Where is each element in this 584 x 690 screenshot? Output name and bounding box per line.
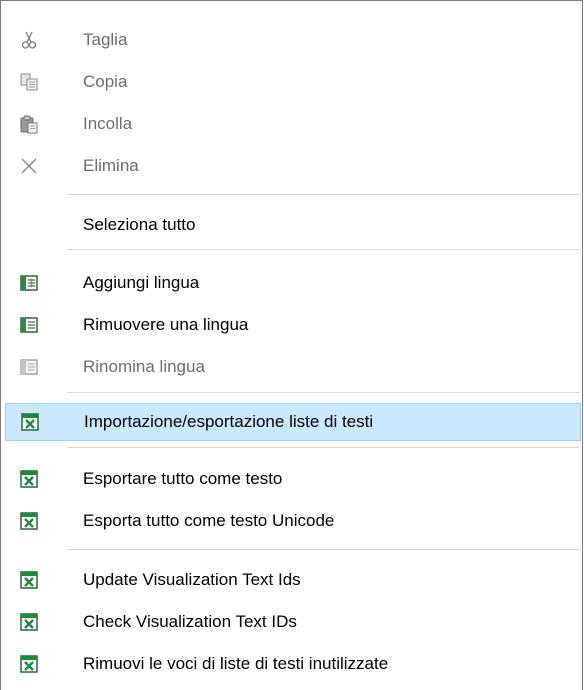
menu-item-check-visualization-text-ids[interactable]: Check Visualization Text IDs bbox=[5, 604, 581, 640]
excel-icon bbox=[20, 655, 38, 673]
language-add-icon bbox=[20, 275, 38, 291]
menu-item-update-visualization-text-ids[interactable]: Update Visualization Text Ids bbox=[5, 562, 581, 598]
language-remove-icon bbox=[20, 317, 38, 333]
menu-item-label: Update Visualization Text Ids bbox=[83, 570, 301, 589]
menu-separator bbox=[67, 194, 579, 195]
excel-icon bbox=[20, 470, 38, 488]
menu-item-label: Rimuovi le voci di liste di testi inutil… bbox=[83, 654, 389, 673]
excel-icon bbox=[21, 413, 39, 431]
menu-item-importazione-esportazione[interactable]: Importazione/esportazione liste di testi bbox=[5, 403, 581, 441]
excel-icon bbox=[20, 571, 38, 589]
menu-item-label: Incolla bbox=[83, 114, 133, 133]
menu-item-label: Esporta tutto come testo Unicode bbox=[83, 511, 335, 530]
menu-item-label: Esportare tutto come testo bbox=[83, 469, 283, 488]
copy-icon bbox=[20, 73, 38, 91]
menu-item-label: Importazione/esportazione liste di testi bbox=[84, 412, 374, 431]
menu-item-label: Copia bbox=[83, 72, 128, 91]
menu-item-label: Taglia bbox=[83, 30, 128, 49]
excel-icon bbox=[20, 512, 38, 530]
menu-separator bbox=[67, 447, 579, 448]
menu-item-seleziona-tutto[interactable]: Seleziona tutto bbox=[5, 207, 581, 243]
menu-item-aggiungi-lingua[interactable]: Aggiungi lingua bbox=[5, 265, 581, 301]
context-menu: Taglia Copia Incolla Elimina Seleziona t… bbox=[0, 0, 583, 690]
menu-item-rimuovere-una-lingua[interactable]: Rimuovere una lingua bbox=[5, 307, 581, 343]
menu-item-label: Rinomina lingua bbox=[83, 357, 205, 376]
excel-icon bbox=[20, 613, 38, 631]
menu-item-rimuovi-voci-inutilizzate[interactable]: Rimuovi le voci di liste di testi inutil… bbox=[5, 646, 581, 682]
menu-item-incolla[interactable]: Incolla bbox=[5, 106, 581, 142]
menu-separator bbox=[67, 249, 579, 250]
menu-item-esporta-tutto-unicode[interactable]: Esporta tutto come testo Unicode bbox=[5, 503, 581, 539]
menu-item-label: Elimina bbox=[83, 156, 139, 175]
delete-x-icon bbox=[21, 158, 37, 174]
menu-separator bbox=[67, 549, 579, 550]
menu-item-esportare-tutto-come-testo[interactable]: Esportare tutto come testo bbox=[5, 461, 581, 497]
menu-item-rinomina-lingua[interactable]: Rinomina lingua bbox=[5, 349, 581, 385]
menu-item-taglia[interactable]: Taglia bbox=[5, 22, 581, 58]
language-rename-icon bbox=[20, 359, 38, 375]
menu-item-copia[interactable]: Copia bbox=[5, 64, 581, 100]
menu-item-elimina[interactable]: Elimina bbox=[5, 148, 581, 184]
menu-separator bbox=[67, 392, 579, 393]
paste-icon bbox=[20, 115, 38, 134]
menu-item-label: Rimuovere una lingua bbox=[83, 315, 249, 334]
scissors-icon bbox=[21, 31, 37, 49]
menu-item-label: Seleziona tutto bbox=[83, 215, 196, 234]
menu-item-label: Aggiungi lingua bbox=[83, 273, 200, 292]
menu-item-label: Check Visualization Text IDs bbox=[83, 612, 297, 631]
